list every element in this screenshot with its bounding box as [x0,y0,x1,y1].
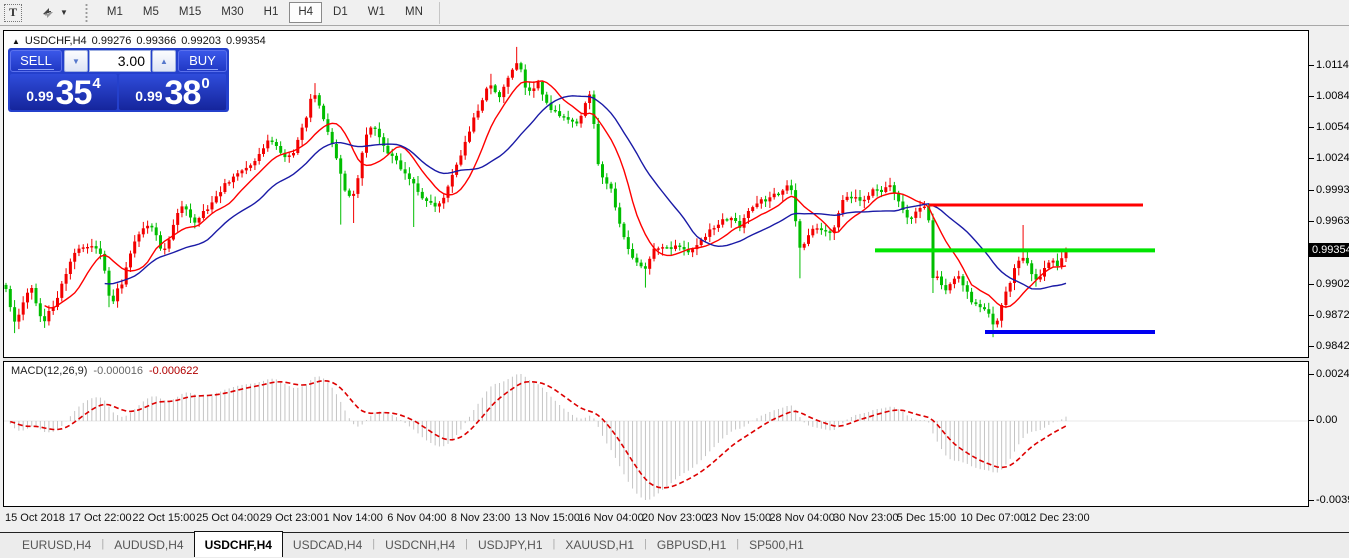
timeframe-button-m5[interactable]: M5 [134,2,168,23]
buy-price-sup: 0 [201,75,209,92]
date-tick-label: 20 Nov 23:00 [642,512,707,524]
price-tick-dash [1309,315,1314,316]
ohlc-high: 0.99366 [136,35,176,47]
buy-button[interactable]: BUY [178,50,227,72]
buy-price-quote[interactable]: 0.99 38 0 [119,74,226,110]
macd-tick-label: 0.00 [1316,414,1349,426]
date-tick-label: 30 Nov 23:00 [833,512,898,524]
macd-tick-dash [1309,500,1314,501]
one-click-trading-panel: SELL ▼ ▲ BUY 0.99 35 4 0.99 38 0 [8,48,229,112]
macd-label: MACD(12,26,9) -0.000016 -0.000622 [11,365,199,377]
sell-price-big: 35 [56,78,92,108]
date-tick-label: 6 Nov 04:00 [387,512,446,524]
date-tick-label: 8 Nov 23:00 [451,512,510,524]
timeframe-button-group: M1M5M15M30H1H4D1W1MN [97,2,433,23]
macd-signal-value: -0.000622 [149,365,199,377]
timeframe-button-mn[interactable]: MN [396,2,432,23]
text-tool-button[interactable]: T [4,4,22,22]
price-tick-dash [1309,284,1314,285]
toolbar: T ▼ M1M5M15M30H1H4D1W1MN [0,0,1349,26]
tab-gbpusd[interactable]: GBPUSD,H1 [647,534,736,557]
toolbar-grip[interactable] [84,3,89,23]
price-tick-dash [1309,346,1314,347]
price-tick-label: 0.98725 [1316,309,1349,321]
sell-button[interactable]: SELL [10,50,62,72]
price-tick-label: 1.00845 [1316,90,1349,102]
price-tick-label: 1.00240 [1316,152,1349,164]
sell-price-sup: 4 [92,75,100,92]
date-tick-label: 15 Oct 2018 [5,512,65,524]
price-tick-dash [1309,96,1314,97]
price-tick-label: 0.99635 [1316,215,1349,227]
toolbar-separator [439,2,440,24]
chevron-down-icon[interactable]: ▼ [60,8,68,17]
buy-price-small: 0.99 [135,88,162,104]
price-tick-label: 0.99935 [1316,184,1349,196]
timeframe-button-h1[interactable]: H1 [255,2,288,23]
date-tick-label: 10 Dec 07:00 [961,512,1026,524]
collapse-arrow-icon[interactable]: ▲ [12,37,20,46]
price-chart-pane: ▲ USDCHF,H4 0.99276 0.99366 0.99203 0.99… [3,30,1309,358]
macd-tick-label: 0.002492 [1316,368,1349,380]
macd-canvas[interactable] [4,362,1308,506]
timeframe-button-h4[interactable]: H4 [289,2,322,23]
volume-decrease-button[interactable]: ▼ [64,50,88,72]
tab-usdjpy[interactable]: USDJPY,H1 [468,534,552,557]
tab-usdcad[interactable]: USDCAD,H4 [283,534,372,557]
price-tick-dash [1309,190,1314,191]
date-tick-label: 28 Nov 04:00 [769,512,834,524]
chart-symbol: USDCHF,H4 [25,35,87,47]
sell-price-small: 0.99 [26,88,53,104]
date-tick-label: 16 Nov 04:00 [578,512,643,524]
timeframe-button-d1[interactable]: D1 [324,2,357,23]
terminal-window: T ▼ M1M5M15M30H1H4D1W1MN ▲ USDCHF,H4 0.9… [0,0,1349,558]
buy-price-big: 38 [165,78,201,108]
date-tick-label: 17 Oct 22:00 [69,512,132,524]
date-tick-label: 12 Dec 23:00 [1024,512,1089,524]
price-tick-label: 1.01145 [1316,59,1349,71]
date-tick-label: 22 Oct 15:00 [132,512,195,524]
price-tick-dash [1309,65,1314,66]
macd-tick-label: -0.00391 [1316,494,1349,506]
tab-xauusd[interactable]: XAUUSD,H1 [555,534,644,557]
macd-tick-dash [1309,374,1314,375]
date-tick-label: 25 Oct 04:00 [196,512,259,524]
price-tick-label: 0.99025 [1316,278,1349,290]
date-tick-label: 1 Nov 14:00 [324,512,383,524]
volume-input[interactable] [89,50,151,72]
chart-title: ▲ USDCHF,H4 0.99276 0.99366 0.99203 0.99… [12,35,266,47]
volume-increase-button[interactable]: ▲ [152,50,176,72]
timeframe-button-m30[interactable]: M30 [212,2,252,23]
chart-tab-bar: EURUSD,H4|AUDUSD,H4USDCHF,H4USDCAD,H4|US… [0,532,1349,558]
date-tick-label: 29 Oct 23:00 [260,512,323,524]
macd-indicator-pane: MACD(12,26,9) -0.000016 -0.000622 [3,361,1309,507]
ohlc-close: 0.99354 [226,35,266,47]
date-tick-label: 5 Dec 15:00 [897,512,956,524]
macd-tick-dash [1309,420,1314,421]
tab-audusd[interactable]: AUDUSD,H4 [104,534,193,557]
current-price-tag: 0.99354 [1309,243,1349,257]
macd-main-value: -0.000016 [93,365,143,377]
price-tick-label: 1.00540 [1316,121,1349,133]
price-tick-dash [1309,158,1314,159]
sell-price-quote[interactable]: 0.99 35 4 [10,74,117,110]
tab-sp500[interactable]: SP500,H1 [739,534,814,557]
ohlc-low: 0.99203 [181,35,221,47]
timeframe-button-w1[interactable]: W1 [359,2,394,23]
date-tick-label: 23 Nov 15:00 [706,512,771,524]
price-tick-dash [1309,221,1314,222]
timeframe-button-m1[interactable]: M1 [98,2,132,23]
tab-usdchf[interactable]: USDCHF,H4 [194,531,283,557]
tab-usdcnh[interactable]: USDCNH,H4 [375,534,465,557]
date-tick-label: 13 Nov 15:00 [515,512,580,524]
price-tick-dash [1309,127,1314,128]
timeframe-button-m15[interactable]: M15 [170,2,210,23]
macd-name: MACD(12,26,9) [11,365,87,377]
tab-eurusd[interactable]: EURUSD,H4 [12,534,101,557]
ohlc-open: 0.99276 [92,35,132,47]
cursor-arrows-icon[interactable] [38,4,58,22]
price-tick-label: 0.98420 [1316,340,1349,352]
